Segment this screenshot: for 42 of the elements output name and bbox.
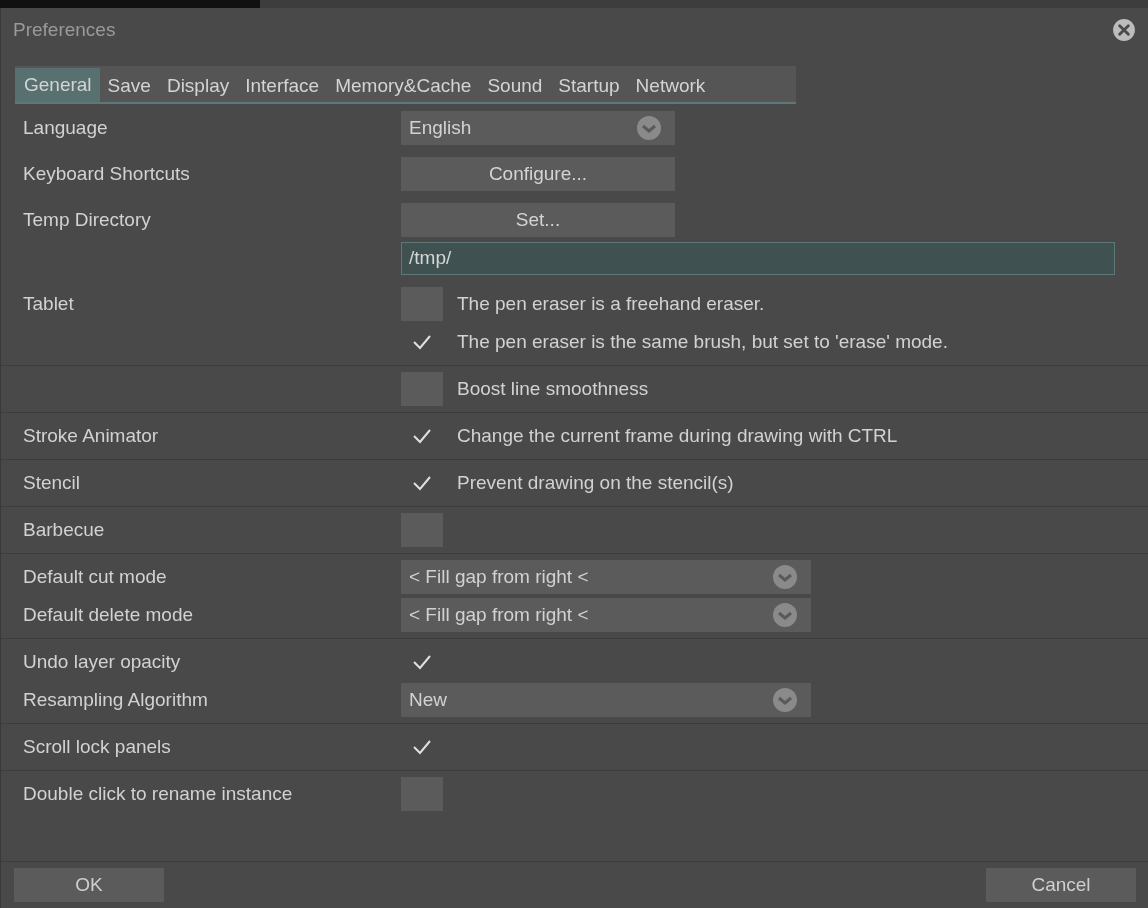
setting-label: Default delete mode <box>23 604 194 625</box>
path-field[interactable]: /tmp/ <box>401 241 1115 275</box>
dropdown[interactable]: English <box>401 111 675 145</box>
button[interactable]: Configure... <box>401 157 675 191</box>
tab[interactable]: Memory&Cache <box>327 72 480 102</box>
tab[interactable]: Display <box>158 72 238 102</box>
checkbox-label: The pen eraser is a freehand eraser. <box>457 293 765 315</box>
check-icon <box>412 428 432 444</box>
setting-label: Resampling Algorithm <box>23 689 208 710</box>
check-icon <box>412 739 432 755</box>
close-icon[interactable] <box>1112 18 1136 42</box>
check-icon <box>412 654 432 670</box>
setting-label: Temp Directory <box>23 209 151 230</box>
dropdown[interactable]: < Fill gap from right < <box>401 560 811 594</box>
check-icon <box>412 334 432 350</box>
setting-label: Barbecue <box>23 519 105 540</box>
tab[interactable]: General <box>15 68 100 102</box>
ok-button[interactable]: OK <box>14 868 164 902</box>
check-icon <box>412 475 432 491</box>
setting-label: Stencil <box>23 472 81 493</box>
tab[interactable]: Network <box>627 72 714 102</box>
checkbox-label: The pen eraser is the same brush, but set to 'erase' mode. <box>457 331 948 353</box>
setting-label: Double click to rename instance <box>23 783 293 804</box>
setting-label: Undo layer opacity <box>23 651 181 672</box>
setting-label: Language <box>23 117 108 138</box>
tab[interactable]: Sound <box>479 72 551 102</box>
dropdown[interactable]: New <box>401 683 811 717</box>
button[interactable]: Set... <box>401 203 675 237</box>
setting-label: Scroll lock panels <box>23 736 171 757</box>
setting-label: Default cut mode <box>23 566 167 587</box>
tab[interactable]: Startup <box>550 72 628 102</box>
checkbox-label: Boost line smoothness <box>457 378 649 400</box>
setting-label: Tablet <box>23 293 74 314</box>
checkbox-label: Prevent drawing on the stencil(s) <box>457 472 734 494</box>
window-title: Preferences <box>13 19 116 41</box>
setting-label: Keyboard Shortcuts <box>23 163 190 184</box>
tab[interactable]: Interface <box>237 72 328 102</box>
tab[interactable]: Save <box>99 72 159 102</box>
dropdown[interactable]: < Fill gap from right < <box>401 598 811 632</box>
checkbox-label: Change the current frame during drawing with CTRL <box>457 425 898 447</box>
cancel-button[interactable]: Cancel <box>986 868 1136 902</box>
setting-label: Stroke Animator <box>23 425 159 446</box>
